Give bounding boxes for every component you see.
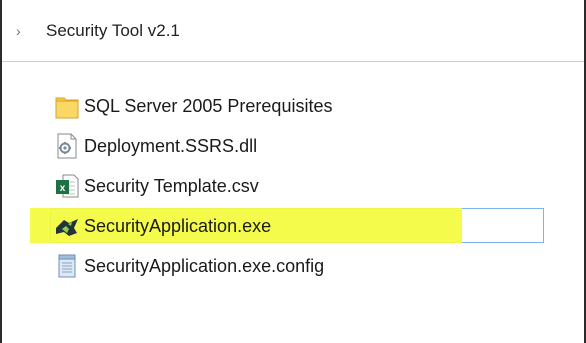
file-explorer-window: › Security Tool v2.1 SQL Server 2005 Pre…: [0, 0, 586, 343]
list-item-security-template-csv[interactable]: x Security Template.csv: [52, 166, 552, 206]
svg-text:x: x: [60, 183, 66, 194]
list-item-deployment-ssrs-dll[interactable]: Deployment.SSRS.dll: [52, 126, 552, 166]
file-name: SecurityApplication.exe: [84, 216, 272, 236]
config-file-icon: [54, 252, 80, 280]
list-item-sql-server-prerequisites[interactable]: SQL Server 2005 Prerequisites: [52, 86, 552, 126]
breadcrumb[interactable]: Security Tool v2.1: [46, 20, 180, 42]
folder-icon: [54, 92, 80, 120]
file-name: Security Template.csv: [84, 176, 259, 196]
list-item-security-application-exe-config[interactable]: SecurityApplication.exe.config: [52, 246, 552, 286]
chevron-right-icon[interactable]: ›: [16, 22, 21, 40]
dll-file-icon: [54, 132, 80, 160]
file-list: SQL Server 2005 Prerequisites Deployment…: [30, 86, 552, 286]
address-bar[interactable]: › Security Tool v2.1: [2, 0, 584, 62]
file-name: Deployment.SSRS.dll: [84, 136, 258, 156]
file-name: SQL Server 2005 Prerequisites: [84, 96, 333, 116]
application-exe-icon: [54, 212, 80, 240]
list-item-security-application-exe[interactable]: SecurityApplication.exe: [30, 206, 552, 246]
file-name: SecurityApplication.exe.config: [84, 256, 325, 276]
excel-csv-icon: x: [54, 172, 80, 200]
